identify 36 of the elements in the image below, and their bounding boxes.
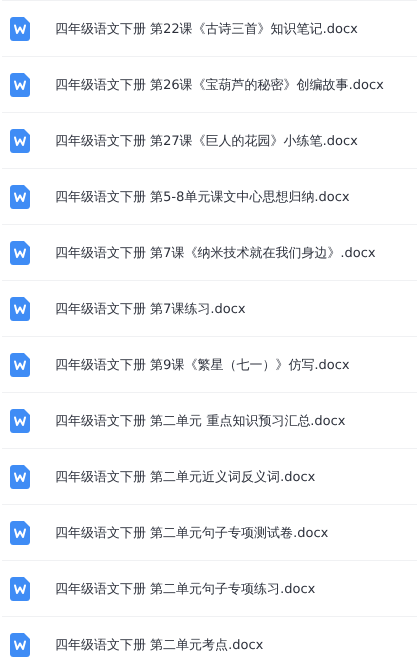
file-row[interactable]: 四年级语文下册 第22课《古诗三首》知识笔记.docx — [2, 0, 417, 56]
file-name: 四年级语文下册 第26课《宝葫芦的秘密》创编故事.docx — [55, 76, 384, 94]
file-row[interactable]: 四年级语文下册 第27课《巨人的花园》小练笔.docx — [2, 112, 417, 168]
file-row[interactable]: 四年级语文下册 第二单元句子专项测试卷.docx — [2, 504, 417, 560]
file-row[interactable]: 四年级语文下册 第二单元考点.docx — [2, 616, 417, 660]
word-document-icon — [10, 128, 30, 152]
file-name: 四年级语文下册 第7课练习.docx — [55, 300, 246, 318]
file-row[interactable]: 四年级语文下册 第二单元近义词反义词.docx — [2, 448, 417, 504]
file-row[interactable]: 四年级语文下册 第26课《宝葫芦的秘密》创编故事.docx — [2, 56, 417, 112]
word-document-icon — [10, 72, 30, 96]
file-name: 四年级语文下册 第二单元 重点知识预习汇总.docx — [55, 412, 346, 430]
word-document-icon — [10, 352, 30, 376]
file-row[interactable]: 四年级语文下册 第7课练习.docx — [2, 280, 417, 336]
file-name: 四年级语文下册 第9课《繁星（七一）》仿写.docx — [55, 356, 350, 374]
file-name: 四年级语文下册 第7课《纳米技术就在我们身边》.docx — [55, 244, 376, 262]
file-name: 四年级语文下册 第22课《古诗三首》知识笔记.docx — [55, 20, 358, 38]
word-document-icon — [10, 632, 30, 656]
file-name: 四年级语文下册 第二单元句子专项测试卷.docx — [55, 524, 328, 542]
word-document-icon — [10, 576, 30, 600]
file-row[interactable]: 四年级语文下册 第二单元句子专项练习.docx — [2, 560, 417, 616]
file-name: 四年级语文下册 第二单元考点.docx — [55, 636, 264, 654]
file-name: 四年级语文下册 第5-8单元课文中心思想归纳.docx — [55, 188, 350, 206]
word-document-icon — [10, 240, 30, 264]
word-document-icon — [10, 16, 30, 40]
file-row[interactable]: 四年级语文下册 第5-8单元课文中心思想归纳.docx — [2, 168, 417, 224]
file-name: 四年级语文下册 第27课《巨人的花园》小练笔.docx — [55, 132, 358, 150]
file-row[interactable]: 四年级语文下册 第7课《纳米技术就在我们身边》.docx — [2, 224, 417, 280]
word-document-icon — [10, 520, 30, 544]
file-name: 四年级语文下册 第二单元近义词反义词.docx — [55, 468, 316, 486]
word-document-icon — [10, 464, 30, 488]
word-document-icon — [10, 184, 30, 208]
word-document-icon — [10, 408, 30, 432]
file-row[interactable]: 四年级语文下册 第9课《繁星（七一）》仿写.docx — [2, 336, 417, 392]
file-row[interactable]: 四年级语文下册 第二单元 重点知识预习汇总.docx — [2, 392, 417, 448]
word-document-icon — [10, 296, 30, 320]
file-name: 四年级语文下册 第二单元句子专项练习.docx — [55, 580, 316, 598]
